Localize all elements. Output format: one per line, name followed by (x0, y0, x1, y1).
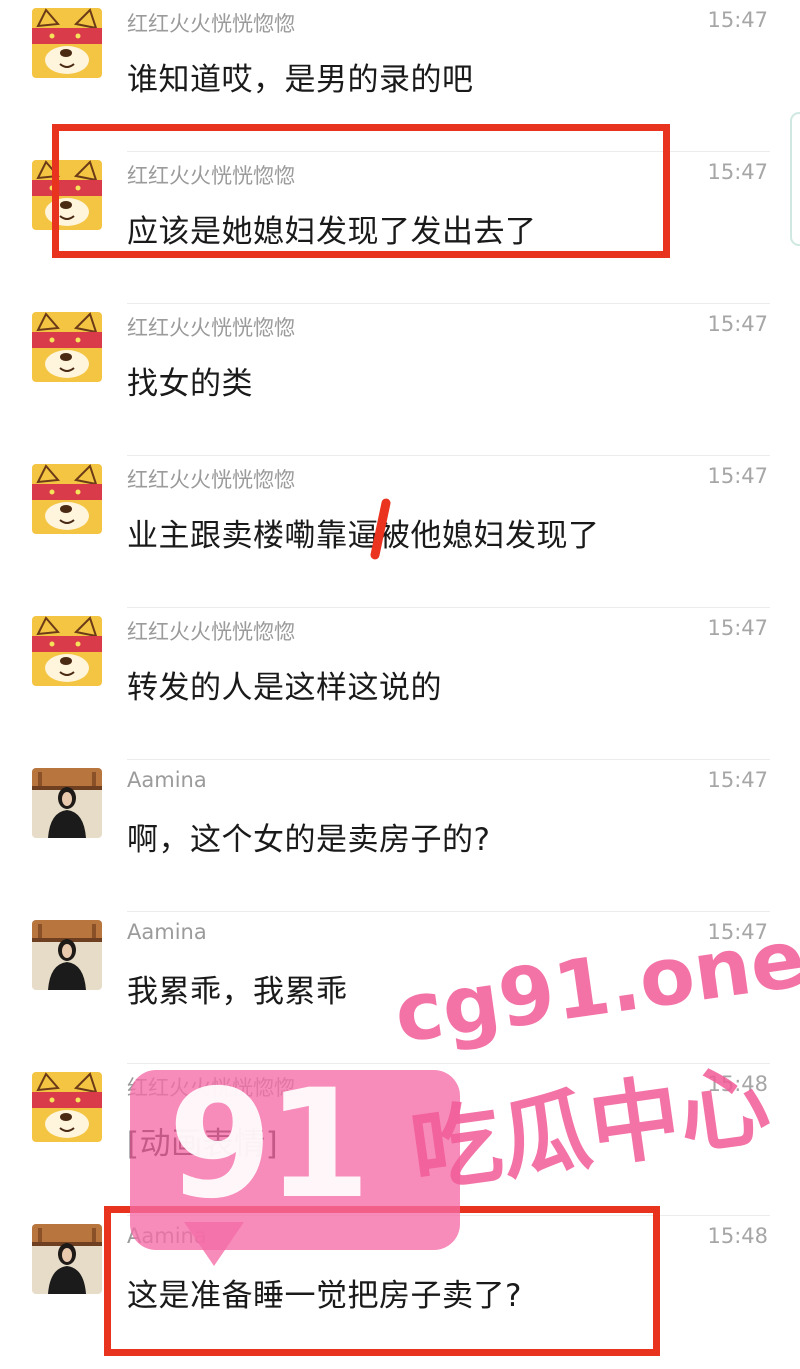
message-time: 15:47 (707, 464, 768, 488)
message-text: 谁知道哎，是男的录的吧 (127, 62, 474, 98)
message-time: 15:47 (707, 768, 768, 792)
message-text: 找女的类 (127, 366, 253, 402)
message-time: 15:48 (707, 1072, 768, 1096)
chat-message[interactable]: 红红火火恍恍惚惚 15:47 业主跟卖楼嘞靠逼被他媳妇发现了 (0, 456, 800, 608)
message-time: 15:47 (707, 160, 768, 184)
message-text: 业主跟卖楼嘞靠逼被他媳妇发现了 (127, 518, 600, 554)
message-time: 15:47 (707, 8, 768, 32)
dog-avatar[interactable] (32, 464, 102, 534)
woman-avatar[interactable] (32, 920, 102, 990)
chat-message[interactable]: 红红火火恍恍惚惚 15:47 找女的类 (0, 304, 800, 456)
highlight-box (52, 124, 670, 258)
highlight-box (104, 1206, 660, 1356)
woman-avatar[interactable] (32, 1224, 102, 1294)
sender-name: 红红火火恍恍惚惚 (127, 468, 295, 492)
dog-avatar[interactable] (32, 616, 102, 686)
message-text: 啊，这个女的是卖房子的? (127, 822, 491, 858)
dog-avatar[interactable] (32, 312, 102, 382)
sender-name: Aamina (127, 768, 207, 792)
chat-message[interactable]: Aamina 15:47 我累乖，我累乖 (0, 912, 800, 1064)
sender-name: 红红火火恍恍惚惚 (127, 316, 295, 340)
sender-name: 红红火火恍恍惚惚 (127, 620, 295, 644)
sender-name: 红红火火恍恍惚惚 (127, 12, 295, 36)
message-text: [动画表情] (127, 1126, 279, 1162)
message-text: 转发的人是这样这说的 (127, 670, 442, 706)
dog-avatar[interactable] (32, 8, 102, 78)
message-text: 我累乖，我累乖 (127, 974, 348, 1010)
message-time: 15:47 (707, 312, 768, 336)
chat-message[interactable]: 红红火火恍恍惚惚 15:48 [动画表情] (0, 1064, 800, 1216)
message-time: 15:47 (707, 616, 768, 640)
message-time: 15:48 (707, 1224, 768, 1248)
sender-name: 红红火火恍恍惚惚 (127, 1076, 295, 1100)
chat-message[interactable]: 红红火火恍恍惚惚 15:47 转发的人是这样这说的 (0, 608, 800, 760)
sender-name: Aamina (127, 920, 207, 944)
chat-message[interactable]: Aamina 15:47 啊，这个女的是卖房子的? (0, 760, 800, 912)
dog-avatar[interactable] (32, 1072, 102, 1142)
woman-avatar[interactable] (32, 768, 102, 838)
side-panel-edge (790, 112, 800, 246)
message-time: 15:47 (707, 920, 768, 944)
